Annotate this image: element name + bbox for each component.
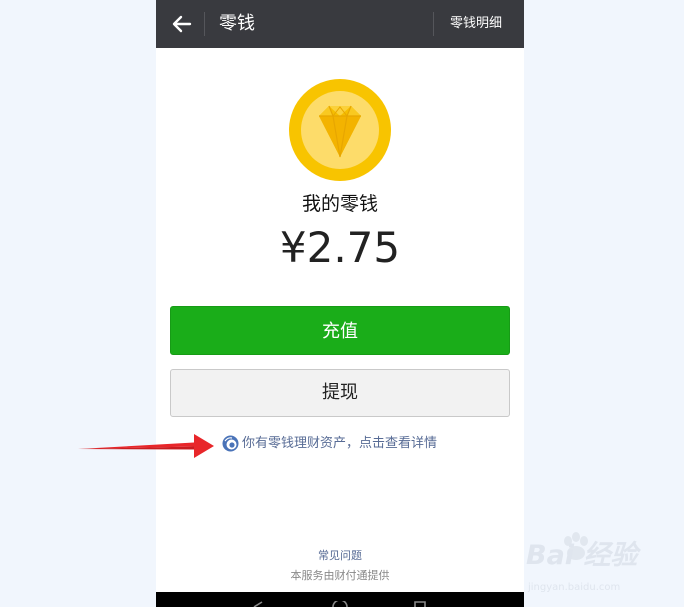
- back-button[interactable]: [168, 10, 196, 38]
- wealth-notice-text: 你有零钱理财资产，点击查看详情: [242, 436, 438, 451]
- balance-label: 我的零钱: [301, 193, 378, 215]
- phone-screen: 零钱 零钱明细 我的零钱 ¥2.75 充值 提现 你有零钱理财资产，点击查看详情: [156, 0, 524, 607]
- diamond-coin-icon: [289, 79, 391, 181]
- nav-home-icon[interactable]: [332, 601, 348, 607]
- recharge-button[interactable]: 充值: [170, 306, 510, 355]
- header-divider: [433, 12, 434, 36]
- baidu-jingyan-watermark: Bai 经验 jingyan.baidu.com: [526, 530, 656, 602]
- page-title: 零钱: [219, 13, 255, 34]
- header-divider: [204, 12, 205, 36]
- arrow-left-icon: [172, 15, 192, 33]
- nav-recents-icon[interactable]: [414, 601, 426, 607]
- balance-amount: ¥2.75: [279, 223, 401, 272]
- faq-link[interactable]: 常见问题: [156, 548, 524, 564]
- service-provider-text: 本服务由财付通提供: [290, 569, 390, 582]
- balance-details-link[interactable]: 零钱明细: [450, 15, 502, 33]
- withdraw-button[interactable]: 提现: [170, 369, 510, 417]
- wealth-fund-icon: [222, 435, 239, 452]
- red-arrow-annotation: [78, 434, 214, 458]
- watermark-brand: Bai 经验: [526, 540, 638, 571]
- top-bar: 零钱 零钱明细: [156, 0, 524, 48]
- nav-back-icon[interactable]: [252, 601, 264, 607]
- watermark-url: jingyan.baidu.com: [528, 582, 621, 593]
- android-nav-bar: [156, 592, 524, 607]
